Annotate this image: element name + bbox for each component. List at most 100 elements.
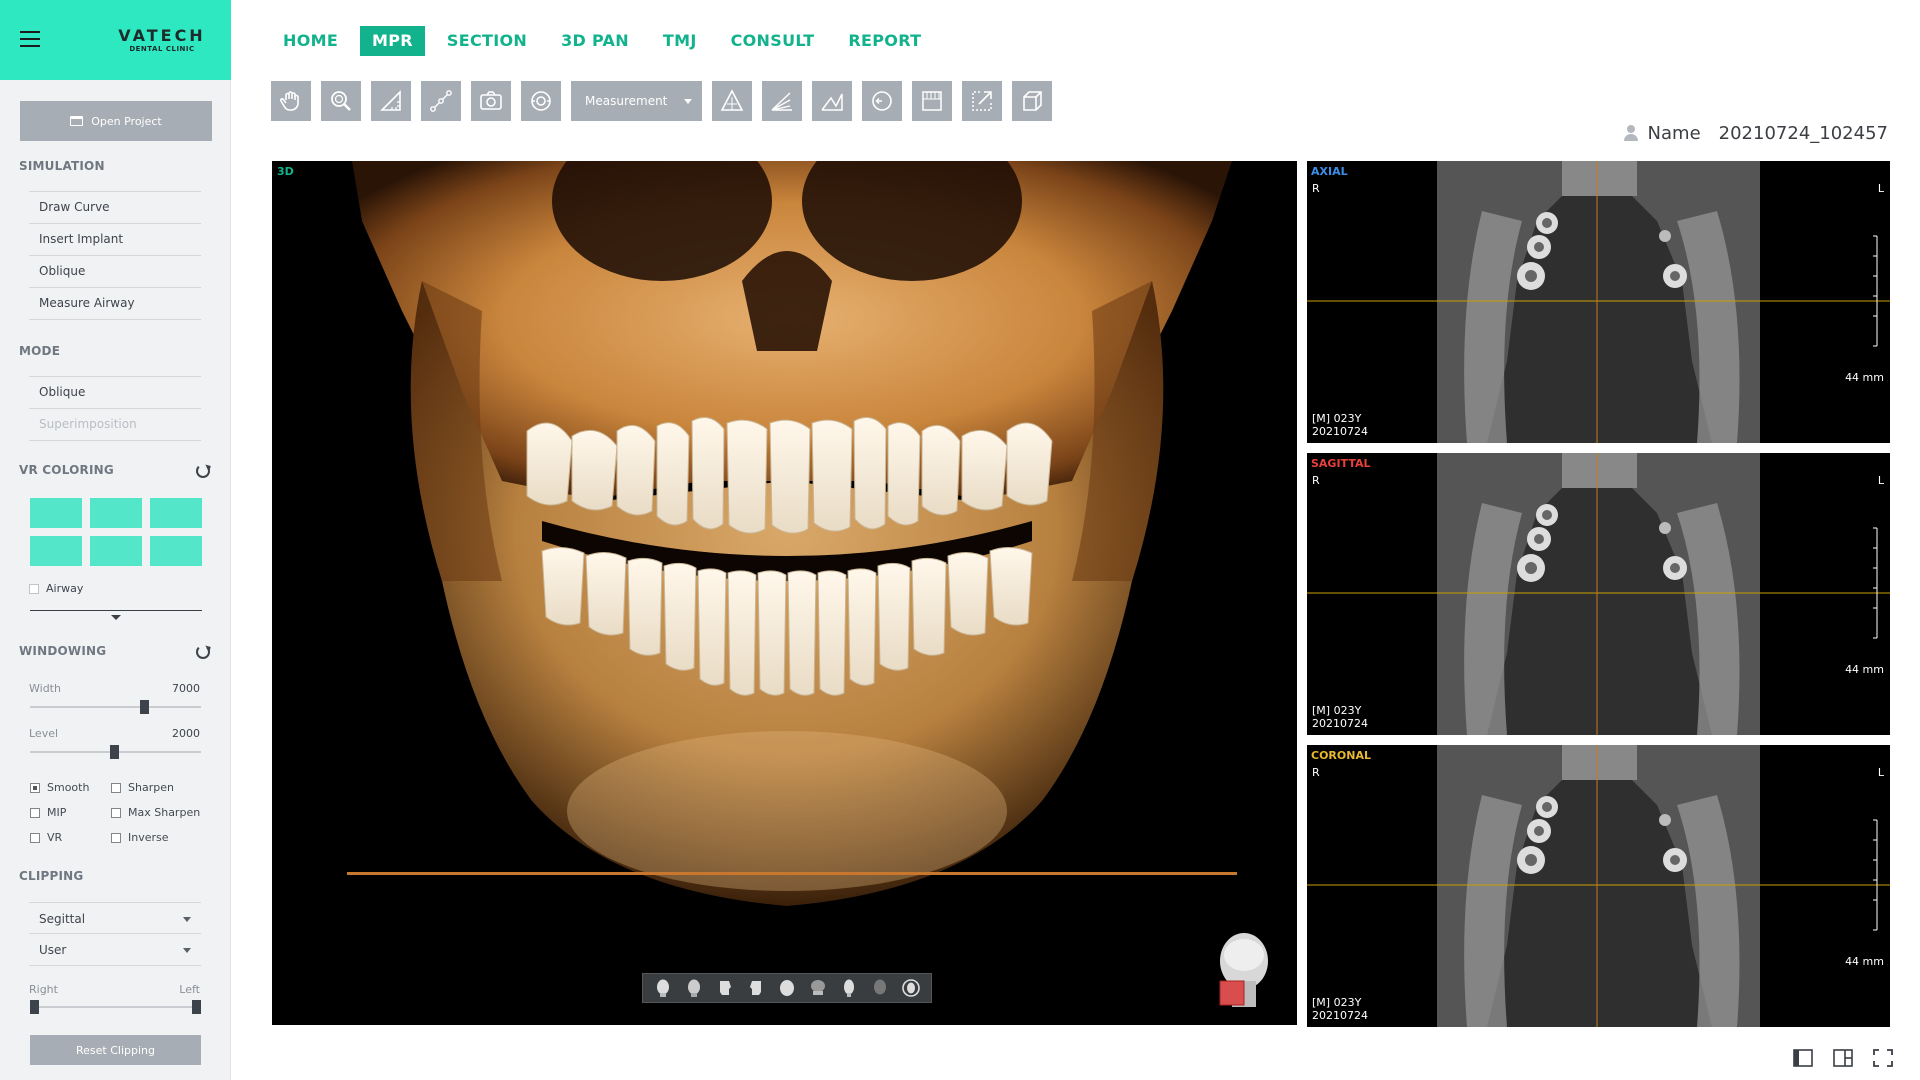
vr-label: VR (47, 831, 63, 844)
vr-color-swatch[interactable] (30, 536, 82, 566)
rotate-view-button[interactable] (521, 81, 561, 121)
stacked-measure-button[interactable] (762, 81, 802, 121)
max-sharpen-checkbox[interactable]: Max Sharpen (111, 806, 200, 819)
sharpen-checkbox-box[interactable] (111, 782, 121, 793)
airway-checkbox[interactable]: Airway (29, 582, 83, 595)
clipping-left-label: Left (179, 983, 200, 996)
vr-color-swatch[interactable] (90, 536, 142, 566)
head-oblique-icon (844, 979, 855, 997)
tab-section[interactable]: SECTION (435, 26, 539, 56)
clipping-slider-track[interactable] (30, 1006, 201, 1008)
preset-top-button[interactable] (774, 975, 800, 1001)
coronal-viewport[interactable]: CORONAL R L 44 mm [M] 023Y 20210724 (1307, 745, 1890, 1027)
clipping-plane-dropdown[interactable]: Segittal (29, 902, 201, 934)
brand-name: VATECH (118, 26, 206, 45)
3d-viewport[interactable]: 3D (272, 161, 1297, 1025)
grid-measure-button[interactable] (912, 81, 952, 121)
pan-hand-button[interactable] (271, 81, 311, 121)
vr-color-swatch[interactable] (30, 498, 82, 528)
tab-mpr[interactable]: MPR (360, 26, 425, 56)
coronal-date: 20210724 (1312, 1009, 1368, 1022)
vr-color-swatch[interactable] (150, 498, 202, 528)
sidebar-item-insert-implant[interactable]: Insert Implant (29, 224, 201, 256)
mip-checkbox[interactable]: MIP (30, 806, 66, 819)
camera-icon (480, 91, 502, 110)
user-icon (1623, 125, 1638, 141)
max-sharpen-checkbox-box[interactable] (111, 807, 121, 818)
cube-3d-button[interactable] (1012, 81, 1052, 121)
toolbar: Measurement (271, 81, 1052, 121)
vr-coloring-title: VR COLORING (19, 463, 114, 477)
hamburger-menu-icon[interactable] (20, 31, 40, 47)
preset-right-button[interactable] (743, 975, 769, 1001)
preset-oblique-button[interactable] (836, 975, 862, 1001)
triangle-measure-button[interactable] (712, 81, 752, 121)
open-project-label: Open Project (91, 114, 162, 128)
tab-report[interactable]: REPORT (836, 26, 933, 56)
tab-3d-pan[interactable]: 3D PAN (549, 26, 641, 56)
vr-coloring-refresh-icon[interactable] (196, 464, 210, 478)
reset-circle-button[interactable] (862, 81, 902, 121)
vr-color-swatch[interactable] (90, 498, 142, 528)
inverse-checkbox[interactable]: Inverse (111, 831, 169, 844)
patient-name-value: 20210724_102457 (1718, 122, 1888, 144)
smooth-checkbox-box[interactable] (30, 782, 40, 793)
sagittal-viewport[interactable]: SAGITTAL R L 44 mm [M] 023Y 20210724 (1307, 453, 1890, 735)
fullscreen-icon[interactable] (1873, 1049, 1893, 1067)
windowing-refresh-icon[interactable] (196, 645, 210, 659)
smooth-checkbox[interactable]: Smooth (30, 781, 89, 794)
vr-checkbox-box[interactable] (30, 832, 40, 843)
orientation-head-widget[interactable] (1212, 931, 1272, 1013)
path-line-button[interactable] (421, 81, 461, 121)
mip-checkbox-box[interactable] (30, 807, 40, 818)
brand-logo: VATECH DENTAL CLINIC (112, 27, 212, 54)
camera-button[interactable] (471, 81, 511, 121)
sagittal-date: 20210724 (1312, 717, 1368, 730)
preset-rotate-button[interactable] (898, 975, 924, 1001)
split-panel-layout-icon[interactable] (1833, 1049, 1853, 1067)
tab-tmj[interactable]: TMJ (651, 26, 709, 56)
angle-measure-button[interactable] (812, 81, 852, 121)
ruler-angle-button[interactable] (371, 81, 411, 121)
clipping-mode-dropdown[interactable]: User (29, 934, 201, 966)
clipping-plane-value: Segittal (39, 912, 86, 926)
clipping-right-label: Right (29, 983, 58, 996)
tab-home[interactable]: HOME (271, 26, 350, 56)
level-slider-thumb[interactable] (110, 745, 119, 759)
width-slider-thumb[interactable] (140, 700, 149, 714)
vr-checkbox[interactable]: VR (30, 831, 62, 844)
head-front-icon (656, 979, 669, 997)
width-slider-track[interactable] (30, 706, 201, 708)
airway-checkbox-box[interactable] (29, 583, 39, 594)
open-project-button[interactable]: Open Project (20, 101, 212, 141)
head-top-icon (779, 980, 794, 996)
single-panel-layout-icon[interactable] (1793, 1049, 1813, 1067)
sharpen-checkbox[interactable]: Sharpen (111, 781, 174, 794)
tab-consult[interactable]: CONSULT (719, 26, 827, 56)
export-button[interactable] (962, 81, 1002, 121)
inverse-checkbox-box[interactable] (111, 832, 121, 843)
ct-slice-image (1307, 453, 1890, 735)
clipping-slider-right-thumb[interactable] (192, 1000, 201, 1014)
vr-color-swatch[interactable] (150, 536, 202, 566)
mode-item-oblique[interactable]: Oblique (29, 377, 201, 409)
preset-dark-button[interactable] (867, 975, 893, 1001)
axial-viewport[interactable]: AXIAL R L 44 mm [M] 023Y 20210724 (1307, 161, 1890, 443)
ruler-angle-icon (380, 90, 401, 111)
triangle-measure-icon (720, 89, 744, 111)
zoom-button[interactable] (321, 81, 361, 121)
reset-clipping-button[interactable]: Reset Clipping (30, 1035, 201, 1065)
sidebar-item-oblique[interactable]: Oblique (29, 256, 201, 288)
clipping-slider-left-thumb[interactable] (30, 1000, 39, 1014)
preset-front-button[interactable] (650, 975, 676, 1001)
preset-left-button[interactable] (712, 975, 738, 1001)
sidebar-item-measure-airway[interactable]: Measure Airway (29, 288, 201, 320)
level-value: 2000 (172, 727, 200, 740)
measurement-dropdown[interactable]: Measurement (571, 81, 702, 121)
vr-coloring-expand-icon[interactable] (111, 615, 121, 620)
pan-hand-icon (279, 91, 299, 111)
preset-bottom-button[interactable] (805, 975, 831, 1001)
sidebar-item-draw-curve[interactable]: Draw Curve (29, 192, 201, 224)
mode-title: MODE (19, 344, 61, 358)
preset-back-button[interactable] (681, 975, 707, 1001)
